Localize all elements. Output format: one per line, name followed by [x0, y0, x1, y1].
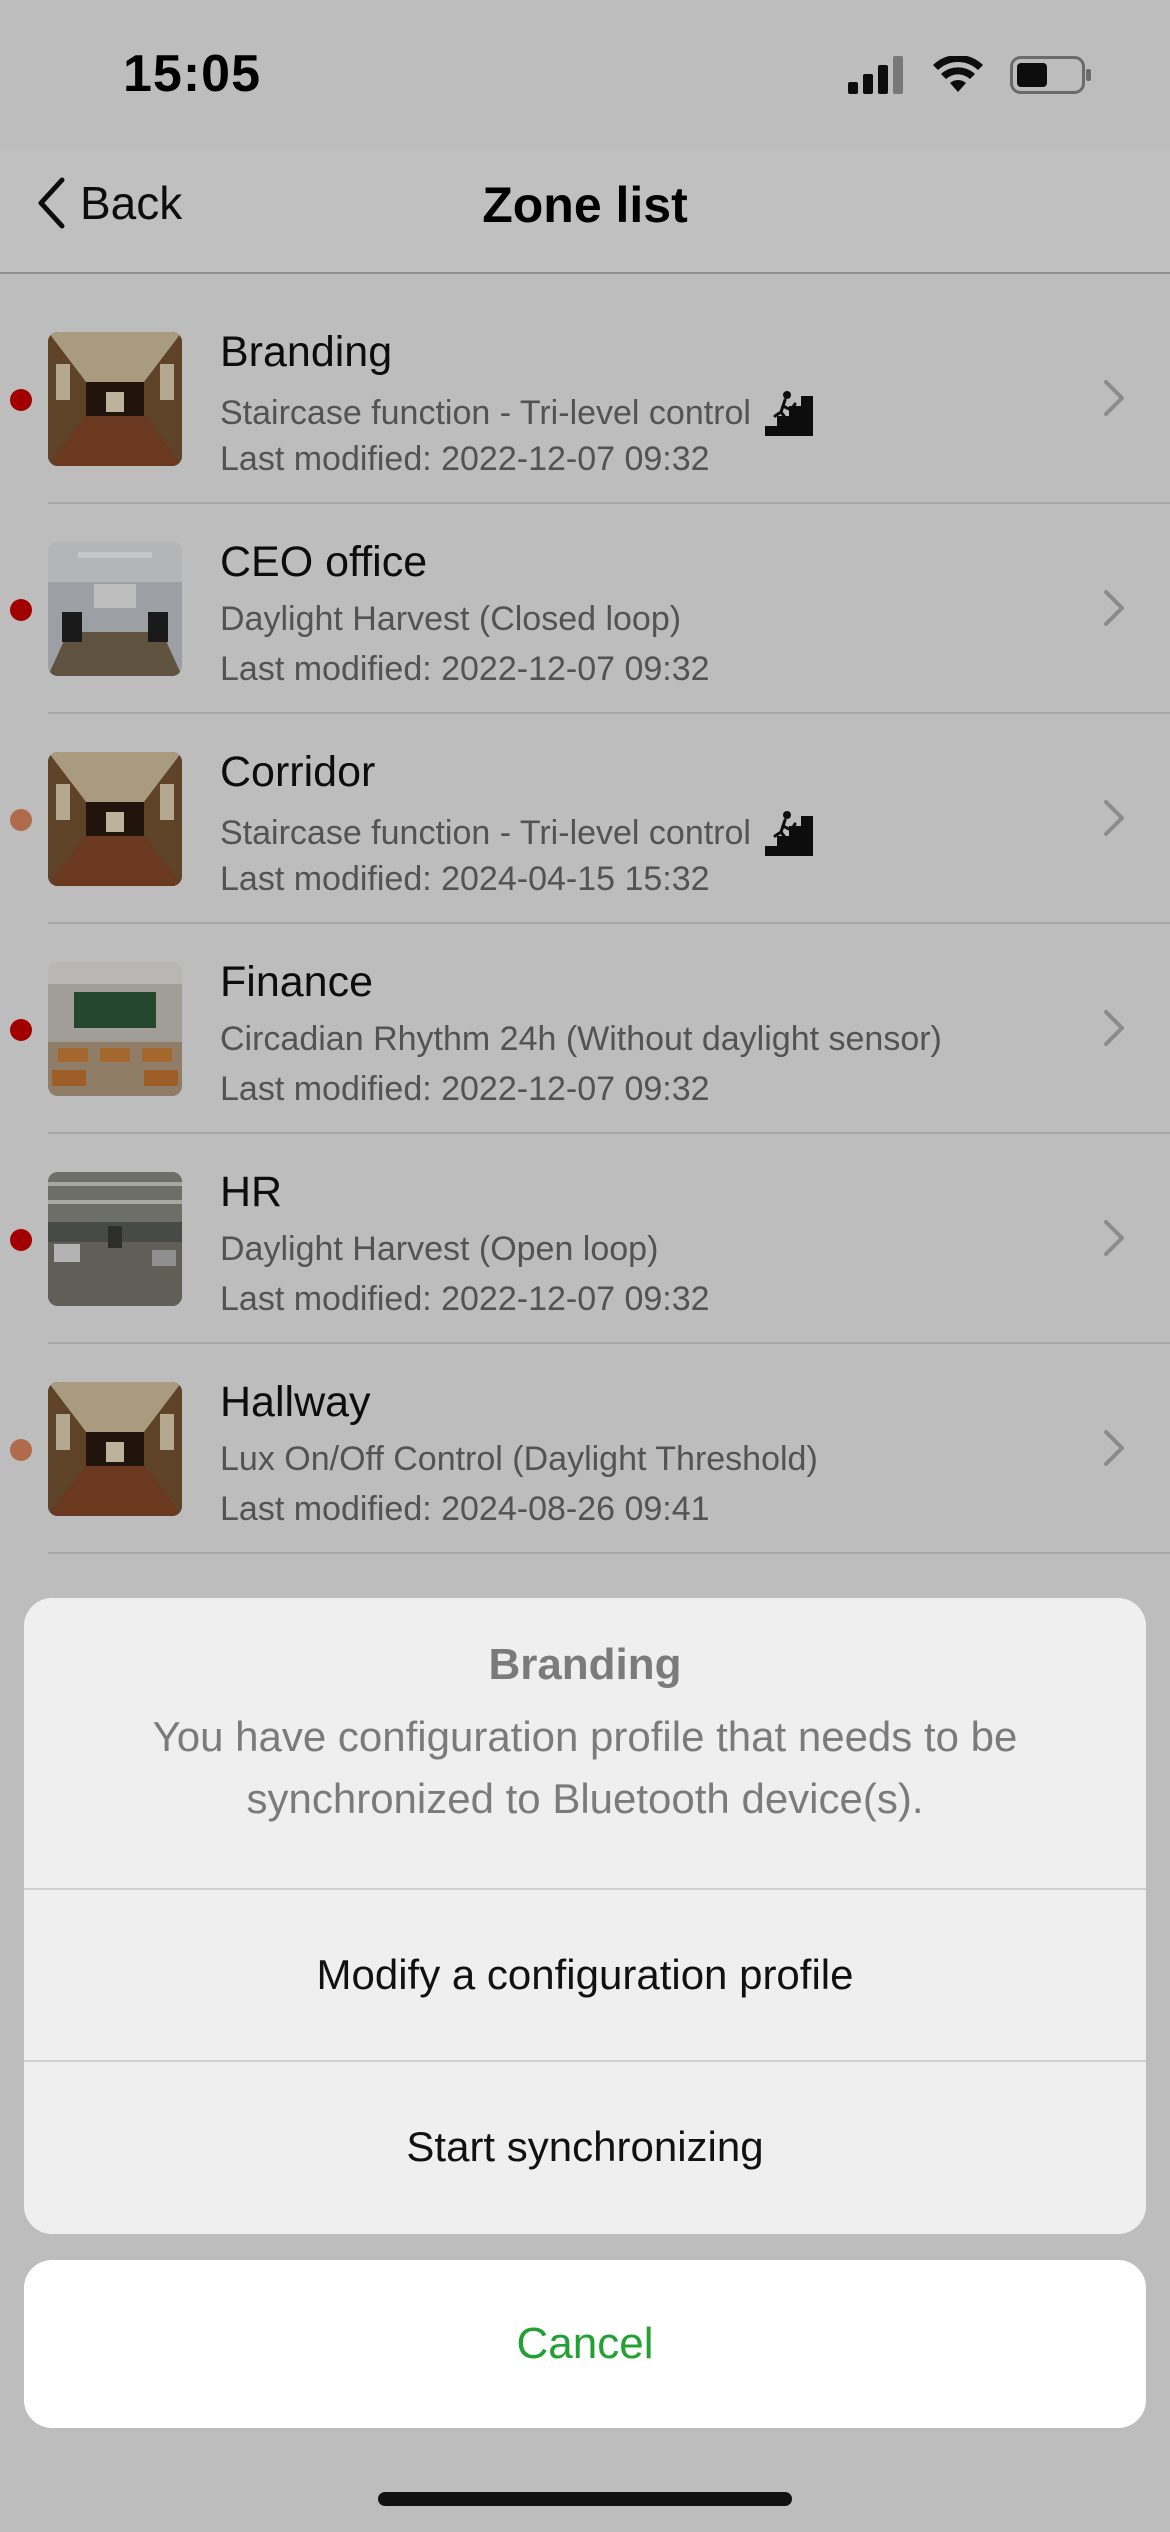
- action-sheet-title: Branding: [488, 1640, 682, 1689]
- cancel-button[interactable]: Cancel: [24, 2260, 1146, 2428]
- modify-profile-button[interactable]: Modify a configuration profile: [24, 1888, 1146, 2060]
- start-sync-button[interactable]: Start synchronizing: [24, 2060, 1146, 2232]
- action-sheet-message: You have configuration profile that need…: [152, 1713, 1018, 1822]
- action-sheet: Branding You have configuration profile …: [24, 1598, 1146, 2234]
- home-indicator: [378, 2492, 792, 2506]
